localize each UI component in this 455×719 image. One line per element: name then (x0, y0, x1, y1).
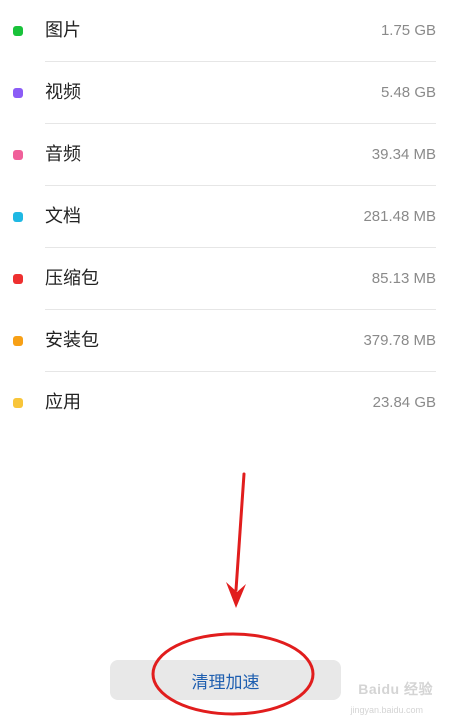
category-label: 安装包 (45, 330, 99, 351)
baidu-watermark: Baidu 经验 (358, 681, 433, 697)
storage-row-archives[interactable]: 压缩包 85.13 MB (0, 248, 455, 310)
storage-row-audio[interactable]: 音频 39.34 MB (0, 124, 455, 186)
category-size: 281.48 MB (363, 208, 436, 225)
category-color-dot (13, 336, 23, 346)
storage-row-apps[interactable]: 应用 23.84 GB (0, 372, 455, 434)
category-label: 图片 (45, 20, 81, 41)
category-label: 文档 (45, 206, 81, 227)
category-color-dot (13, 212, 23, 222)
category-size: 379.78 MB (363, 332, 436, 349)
arrow-shaft (234, 472, 246, 592)
category-size: 5.48 GB (380, 84, 436, 101)
storage-row-documents[interactable]: 文档 281.48 MB (0, 186, 455, 248)
category-label: 音频 (45, 144, 81, 165)
storage-row-images[interactable]: 图片 1.75 GB (0, 0, 455, 62)
watermark-domain: jingyan.baidu.com (350, 705, 423, 715)
annotation-arrow-icon (226, 472, 246, 608)
category-label: 应用 (45, 392, 81, 413)
storage-row-videos[interactable]: 视频 5.48 GB (0, 62, 455, 124)
category-color-dot (13, 88, 23, 98)
category-label: 视频 (45, 82, 81, 103)
clean-accelerate-button[interactable]: 清理加速 (110, 660, 341, 700)
category-color-dot (13, 26, 23, 36)
category-size: 39.34 MB (371, 146, 436, 163)
category-size: 23.84 GB (372, 394, 436, 411)
storage-category-list: 图片 1.75 GB 视频 5.48 GB 音频 39.34 MB 文档 281… (0, 0, 455, 434)
storage-row-installers[interactable]: 安装包 379.78 MB (0, 310, 455, 372)
category-color-dot (13, 398, 23, 408)
category-color-dot (13, 150, 23, 160)
category-color-dot (13, 274, 23, 284)
storage-screen: 图片 1.75 GB 视频 5.48 GB 音频 39.34 MB 文档 281… (0, 0, 455, 719)
category-size: 85.13 MB (371, 270, 436, 287)
category-size: 1.75 GB (380, 22, 436, 39)
category-label: 压缩包 (45, 268, 99, 289)
